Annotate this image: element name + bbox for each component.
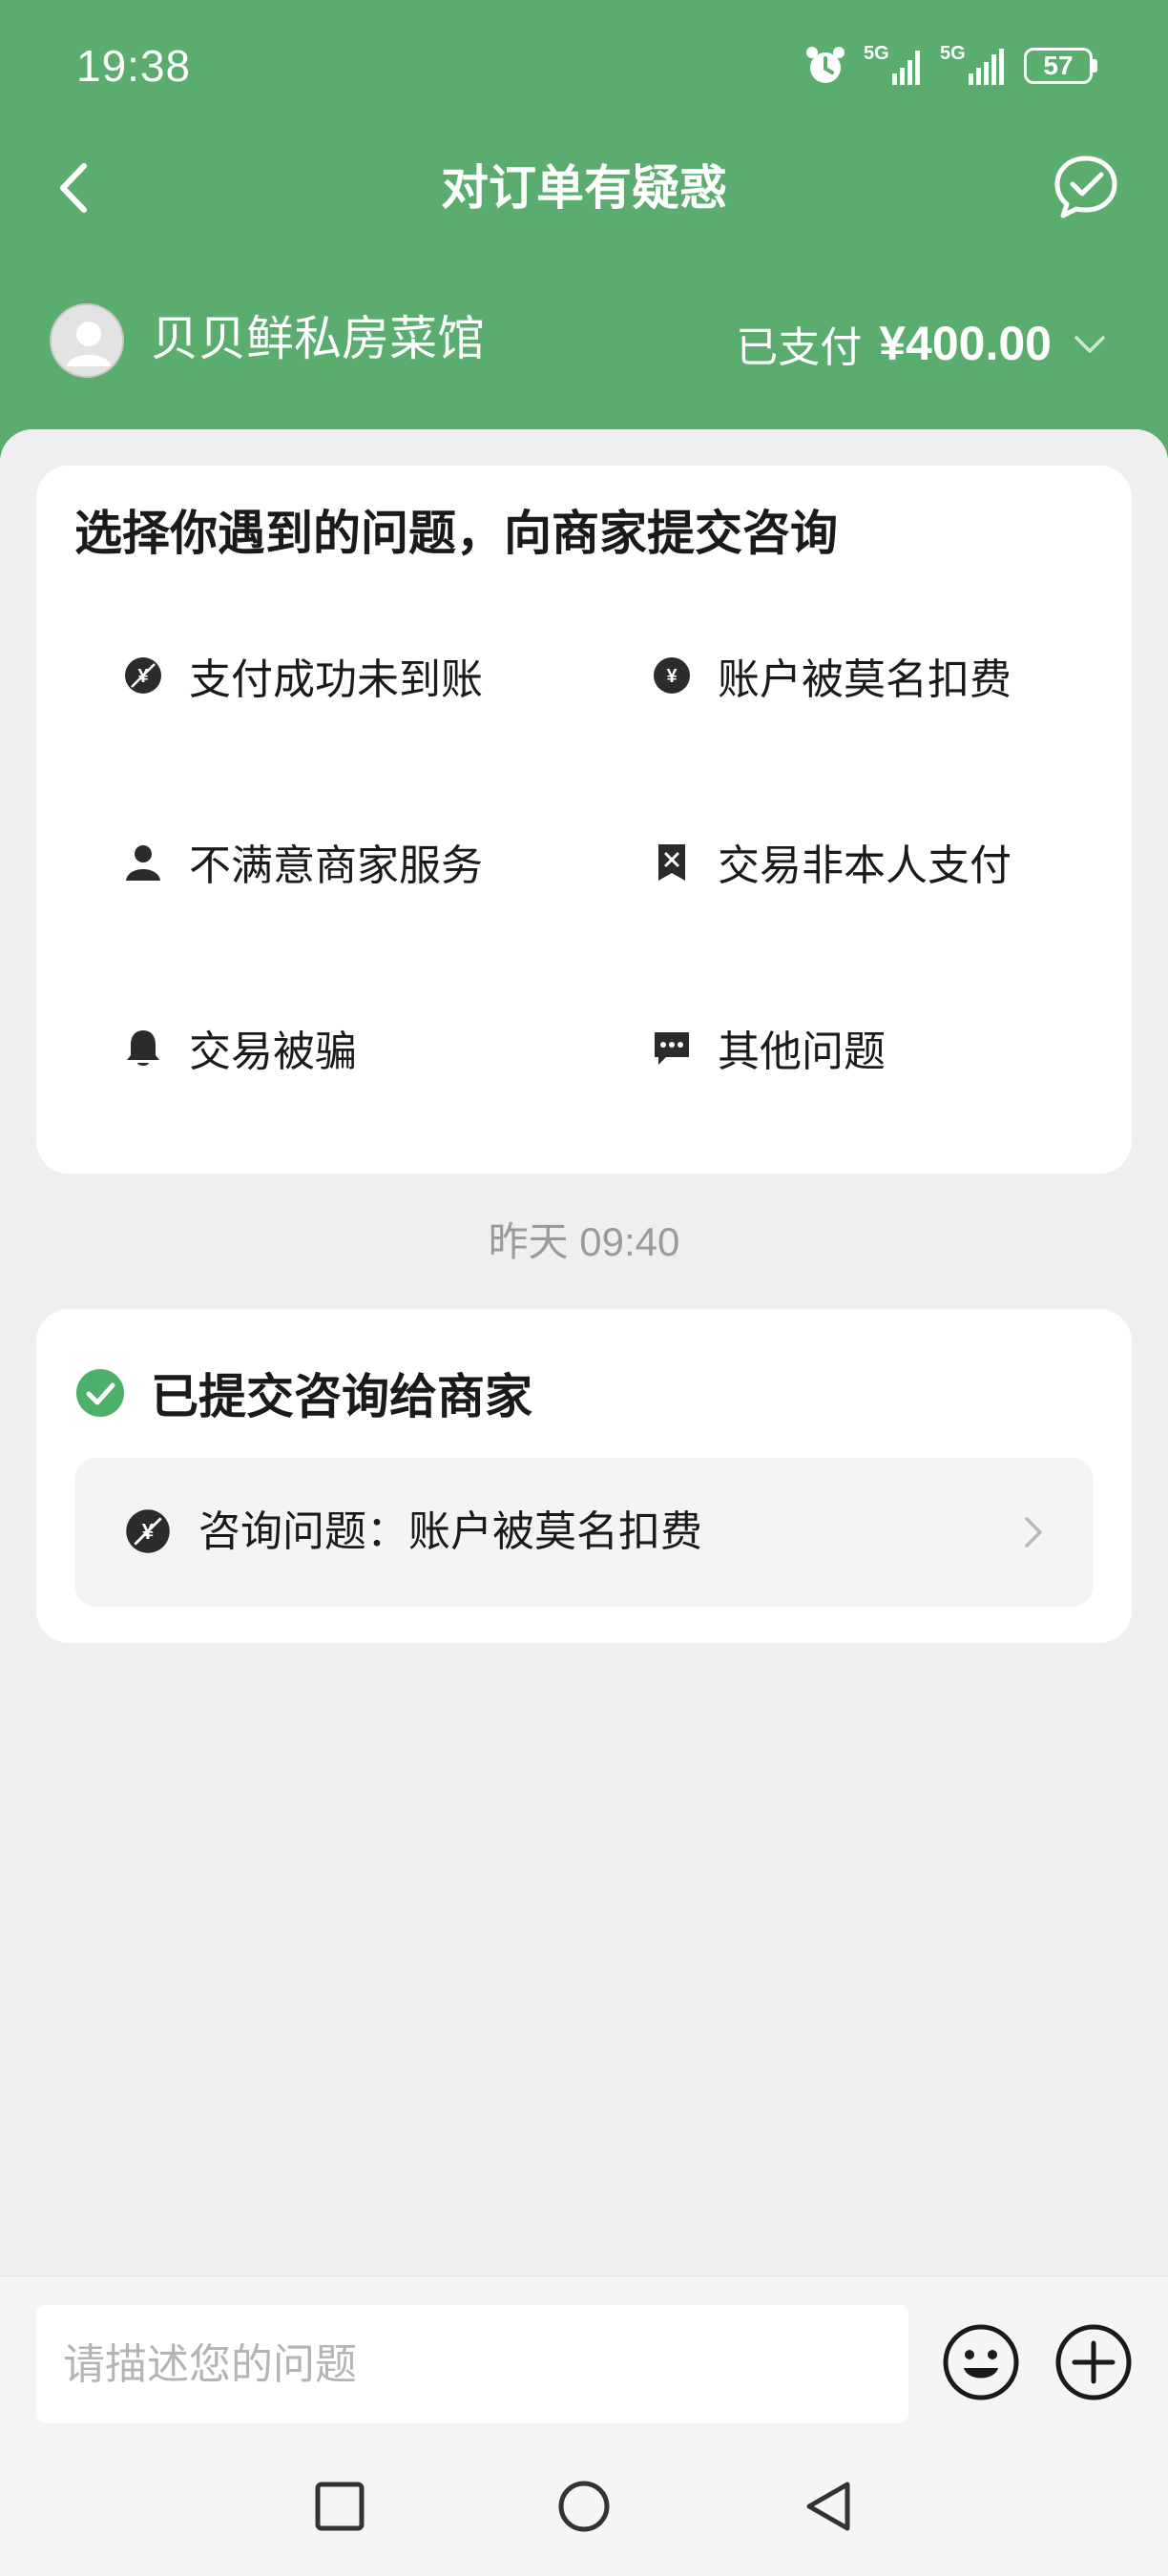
chat-support-button[interactable]: [1050, 151, 1122, 223]
check-circle-icon: [76, 1369, 124, 1417]
emoji-button[interactable]: [941, 2322, 1021, 2406]
message-input-wrapper: [36, 2305, 908, 2423]
chevron-right-icon: [1015, 1513, 1050, 1555]
issue-option[interactable]: ¥ 账户被莫名扣费: [651, 642, 1012, 709]
message-input[interactable]: [36, 2305, 908, 2423]
yen-slash-icon: ¥: [124, 1507, 172, 1559]
triangle-back-icon: [806, 2482, 850, 2531]
issue-option[interactable]: ¥ 支付成功未到账: [122, 642, 483, 709]
chevron-down-icon: [1074, 336, 1105, 353]
yen-coin-icon: ¥: [651, 654, 693, 696]
plus-circle-icon: [1055, 2324, 1132, 2400]
person-icon: [122, 841, 164, 883]
smiley-icon: [943, 2324, 1019, 2400]
issue-option[interactable]: 交易被骗: [122, 1014, 357, 1081]
alarm-icon: [806, 47, 845, 83]
square-icon: [315, 2482, 365, 2531]
signal-1: 5G: [864, 43, 923, 87]
home-button[interactable]: [557, 2480, 611, 2537]
issue-label: 不满意商家服务: [189, 841, 483, 890]
merchant-name: 贝贝鲜私房菜馆: [151, 311, 485, 366]
issue-label: 支付成功未到账: [189, 655, 483, 704]
battery-indicator: 57: [1024, 48, 1097, 84]
issue-label: 交易被骗: [189, 1028, 357, 1076]
network-type-2: 5G: [940, 43, 966, 64]
inquiry-detail[interactable]: ¥ 咨询问题：账户被莫名扣费: [74, 1458, 1094, 1607]
issue-option[interactable]: 其他问题: [651, 1014, 886, 1081]
issue-option[interactable]: 交易非本人支付: [651, 828, 1012, 895]
message-timestamp: 昨天 09:40: [488, 1219, 680, 1264]
system-back-button[interactable]: [802, 2480, 855, 2537]
svg-text:¥: ¥: [666, 666, 678, 687]
submitted-card: 已提交咨询给商家 ¥ 咨询问题：账户被莫名扣费: [36, 1309, 1132, 1643]
page-title: 对订单有疑惑: [441, 160, 727, 216]
bookmark-x-icon: [651, 841, 693, 883]
paid-label: 已支付: [736, 323, 863, 372]
status-bar: 19:38 5G 5G 57: [0, 0, 1168, 134]
issue-label: 其他问题: [718, 1028, 886, 1076]
submitted-title: 已提交咨询给商家: [151, 1369, 532, 1424]
recent-apps-button[interactable]: [313, 2480, 366, 2537]
user-avatar-icon: [67, 322, 111, 366]
issue-option[interactable]: 不满意商家服务: [122, 828, 483, 895]
payment-summary[interactable]: 已支付 ¥400.00: [736, 313, 1111, 374]
chat-check-icon: [1054, 156, 1117, 218]
more-options-button[interactable]: [1053, 2322, 1134, 2406]
battery-level: 57: [1043, 51, 1074, 80]
inquiry-text: 咨询问题：账户被莫名扣费: [198, 1507, 702, 1556]
paid-amount: ¥400.00: [879, 317, 1052, 370]
status-time: 19:38: [76, 41, 192, 91]
status-icons: 5G 5G 57: [804, 42, 1097, 90]
header: 19:38 5G 5G 57 对订单有疑惑 贝贝鲜私房菜馆 已支付 ¥400.0…: [0, 0, 1168, 458]
issue-label: 交易非本人支付: [718, 841, 1012, 890]
system-navigation-bar: [0, 2447, 1168, 2576]
yen-slash-icon: ¥: [122, 654, 164, 696]
avatar: [50, 303, 124, 378]
merchant-row[interactable]: 贝贝鲜私房菜馆 已支付 ¥400.00: [0, 286, 1168, 401]
signal-2: 5G: [940, 43, 1007, 87]
bell-icon: [122, 1027, 164, 1069]
chat-dots-icon: [651, 1027, 693, 1069]
network-type-1: 5G: [864, 43, 889, 64]
circle-icon: [558, 2481, 610, 2532]
issues-heading: 选择你遇到的问题，向商家提交咨询: [74, 506, 838, 561]
nav-bar: 对订单有疑惑: [0, 134, 1168, 239]
issue-label: 账户被莫名扣费: [718, 655, 1012, 704]
issue-selection-card: 选择你遇到的问题，向商家提交咨询 ¥ 支付成功未到账 ¥ 账户被莫名扣费: [36, 466, 1132, 1174]
submitted-header: 已提交咨询给商家: [74, 1359, 532, 1427]
